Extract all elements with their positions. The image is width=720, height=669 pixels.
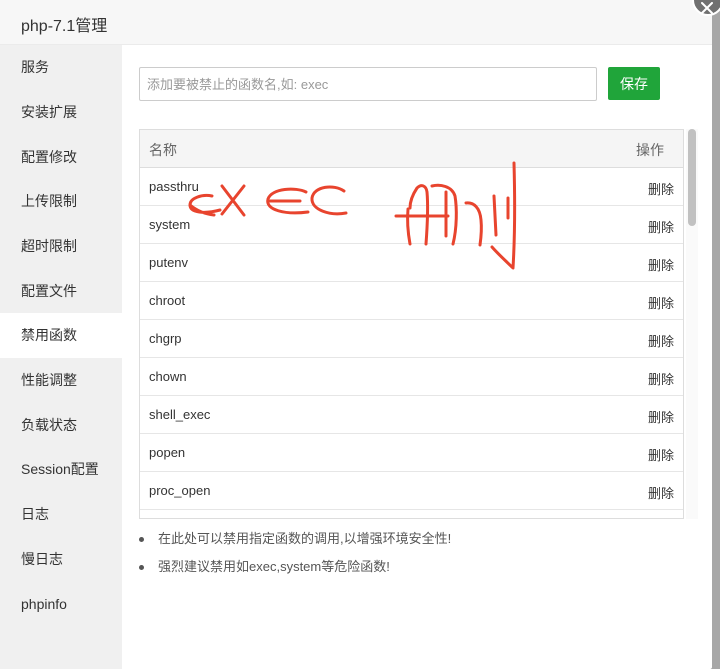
sidebar-item-session-config[interactable]: Session配置	[0, 447, 122, 492]
delete-link[interactable]: 删除	[648, 445, 674, 464]
table-header: 名称 操作	[140, 130, 683, 168]
function-name: chgrp	[149, 331, 182, 346]
tip-text: 在此处可以禁用指定函数的调用,以增强环境安全性!	[158, 531, 452, 546]
sidebar-item-config-file[interactable]: 配置文件	[0, 269, 122, 314]
scrollbar-thumb[interactable]	[688, 129, 696, 226]
function-name: popen	[149, 445, 186, 460]
table-row: chroot 删除	[140, 282, 683, 320]
help-tips: 在此处可以禁用指定函数的调用,以增强环境安全性! 强烈建议禁用如exec,sys…	[139, 528, 699, 584]
sidebar-item-timeout-limit[interactable]: 超时限制	[0, 224, 122, 269]
save-button[interactable]: 保存	[608, 67, 660, 100]
dialog-titlebar: php-7.1管理	[0, 0, 712, 45]
close-icon	[701, 2, 713, 14]
delete-link[interactable]: 删除	[648, 369, 674, 388]
sidebar-item-install-extension[interactable]: 安装扩展	[0, 90, 122, 135]
tip-text: 强烈建议禁用如exec,system等危险函数!	[158, 559, 390, 574]
delete-link[interactable]: 删除	[648, 293, 674, 312]
table-row: chown 删除	[140, 358, 683, 396]
delete-link[interactable]: 删除	[648, 255, 674, 274]
table-scrollbar[interactable]	[686, 129, 698, 519]
backdrop	[712, 0, 720, 669]
sidebar-item-service[interactable]: 服务	[0, 45, 122, 90]
sidebar-item-load-status[interactable]: 负载状态	[0, 403, 122, 448]
sidebar-item-config-edit[interactable]: 配置修改	[0, 135, 122, 180]
function-name: putenv	[149, 255, 189, 270]
dialog-title: php-7.1管理	[21, 18, 108, 35]
table-row: proc_open 删除	[140, 472, 683, 510]
php-manager-dialog: php-7.1管理 服务 安装扩展 配置修改 上传限制 超时限制 配置文件 禁用…	[0, 0, 720, 669]
function-name: shell_exec	[149, 407, 211, 422]
delete-link[interactable]: 删除	[648, 483, 674, 502]
bullet-icon	[139, 565, 144, 570]
sidebar-item-log[interactable]: 日志	[0, 492, 122, 537]
table-row: system 删除	[140, 206, 683, 244]
sidebar-item-disabled-functions[interactable]: 禁用函数	[0, 313, 122, 358]
function-name: passthru	[149, 179, 199, 194]
table-row: passthru 删除	[140, 168, 683, 206]
sidebar-item-performance[interactable]: 性能调整	[0, 358, 122, 403]
table-row: chgrp 删除	[140, 320, 683, 358]
table-row: popen 删除	[140, 434, 683, 472]
sidebar-item-phpinfo[interactable]: phpinfo	[0, 582, 122, 627]
function-name-input[interactable]	[139, 67, 597, 101]
table-row: shell_exec 删除	[140, 396, 683, 434]
column-header-name: 名称	[149, 142, 177, 158]
disabled-functions-table: 名称 操作 passthru 删除 system 删除 putenv 删除 ch…	[139, 129, 684, 519]
sidebar-item-upload-limit[interactable]: 上传限制	[0, 179, 122, 224]
table-row	[140, 510, 683, 518]
function-name: chroot	[149, 293, 186, 308]
delete-link[interactable]: 删除	[648, 179, 674, 198]
function-name: chown	[149, 369, 187, 384]
delete-link[interactable]: 删除	[648, 217, 674, 236]
tip-item: 强烈建议禁用如exec,system等危险函数!	[139, 556, 699, 584]
tip-item: 在此处可以禁用指定函数的调用,以增强环境安全性!	[139, 528, 699, 556]
delete-link[interactable]: 删除	[648, 407, 674, 426]
delete-link[interactable]: 删除	[648, 331, 674, 350]
function-name: proc_open	[149, 483, 211, 498]
sidebar: 服务 安装扩展 配置修改 上传限制 超时限制 配置文件 禁用函数 性能调整 负载…	[0, 45, 122, 669]
bullet-icon	[139, 537, 144, 542]
function-name: system	[149, 217, 191, 232]
table-row: putenv 删除	[140, 244, 683, 282]
column-header-action: 操作	[636, 142, 664, 158]
sidebar-item-slow-log[interactable]: 慢日志	[0, 537, 122, 582]
